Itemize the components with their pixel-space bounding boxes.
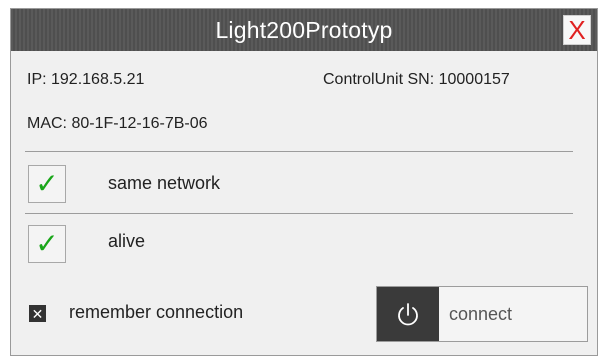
connect-label: connect	[449, 304, 513, 324]
same-network-indicator: ✓	[28, 165, 66, 203]
window-title: Light200Prototyp	[215, 17, 393, 43]
alive-label: alive	[108, 231, 146, 251]
divider	[25, 213, 573, 214]
mac-address: MAC: 80-1F-12-16-7B-06	[27, 115, 208, 132]
close-icon: X	[568, 15, 586, 45]
checkmark-icon: ✓	[35, 168, 59, 199]
power-icon	[398, 303, 418, 326]
ip-address: IP: 192.168.5.21	[27, 71, 145, 88]
remember-connection-checkbox[interactable]: ✕	[29, 305, 46, 322]
remember-connection-label[interactable]: remember connection	[69, 302, 243, 323]
checkmark-icon: ✓	[35, 228, 59, 259]
close-button[interactable]: X	[563, 15, 591, 45]
control-unit-serial: ControlUnit SN: 10000157	[323, 71, 510, 88]
x-mark-icon: ✕	[31, 305, 44, 322]
divider	[25, 151, 573, 152]
title-bar: Light200Prototyp X	[11, 9, 597, 51]
alive-indicator: ✓	[28, 225, 66, 263]
connect-button[interactable]: connect	[376, 286, 588, 342]
power-icon-area	[377, 287, 439, 341]
connection-dialog: Light200Prototyp X IP: 192.168.5.21 Cont…	[10, 8, 598, 356]
same-network-label: same network	[108, 173, 221, 193]
